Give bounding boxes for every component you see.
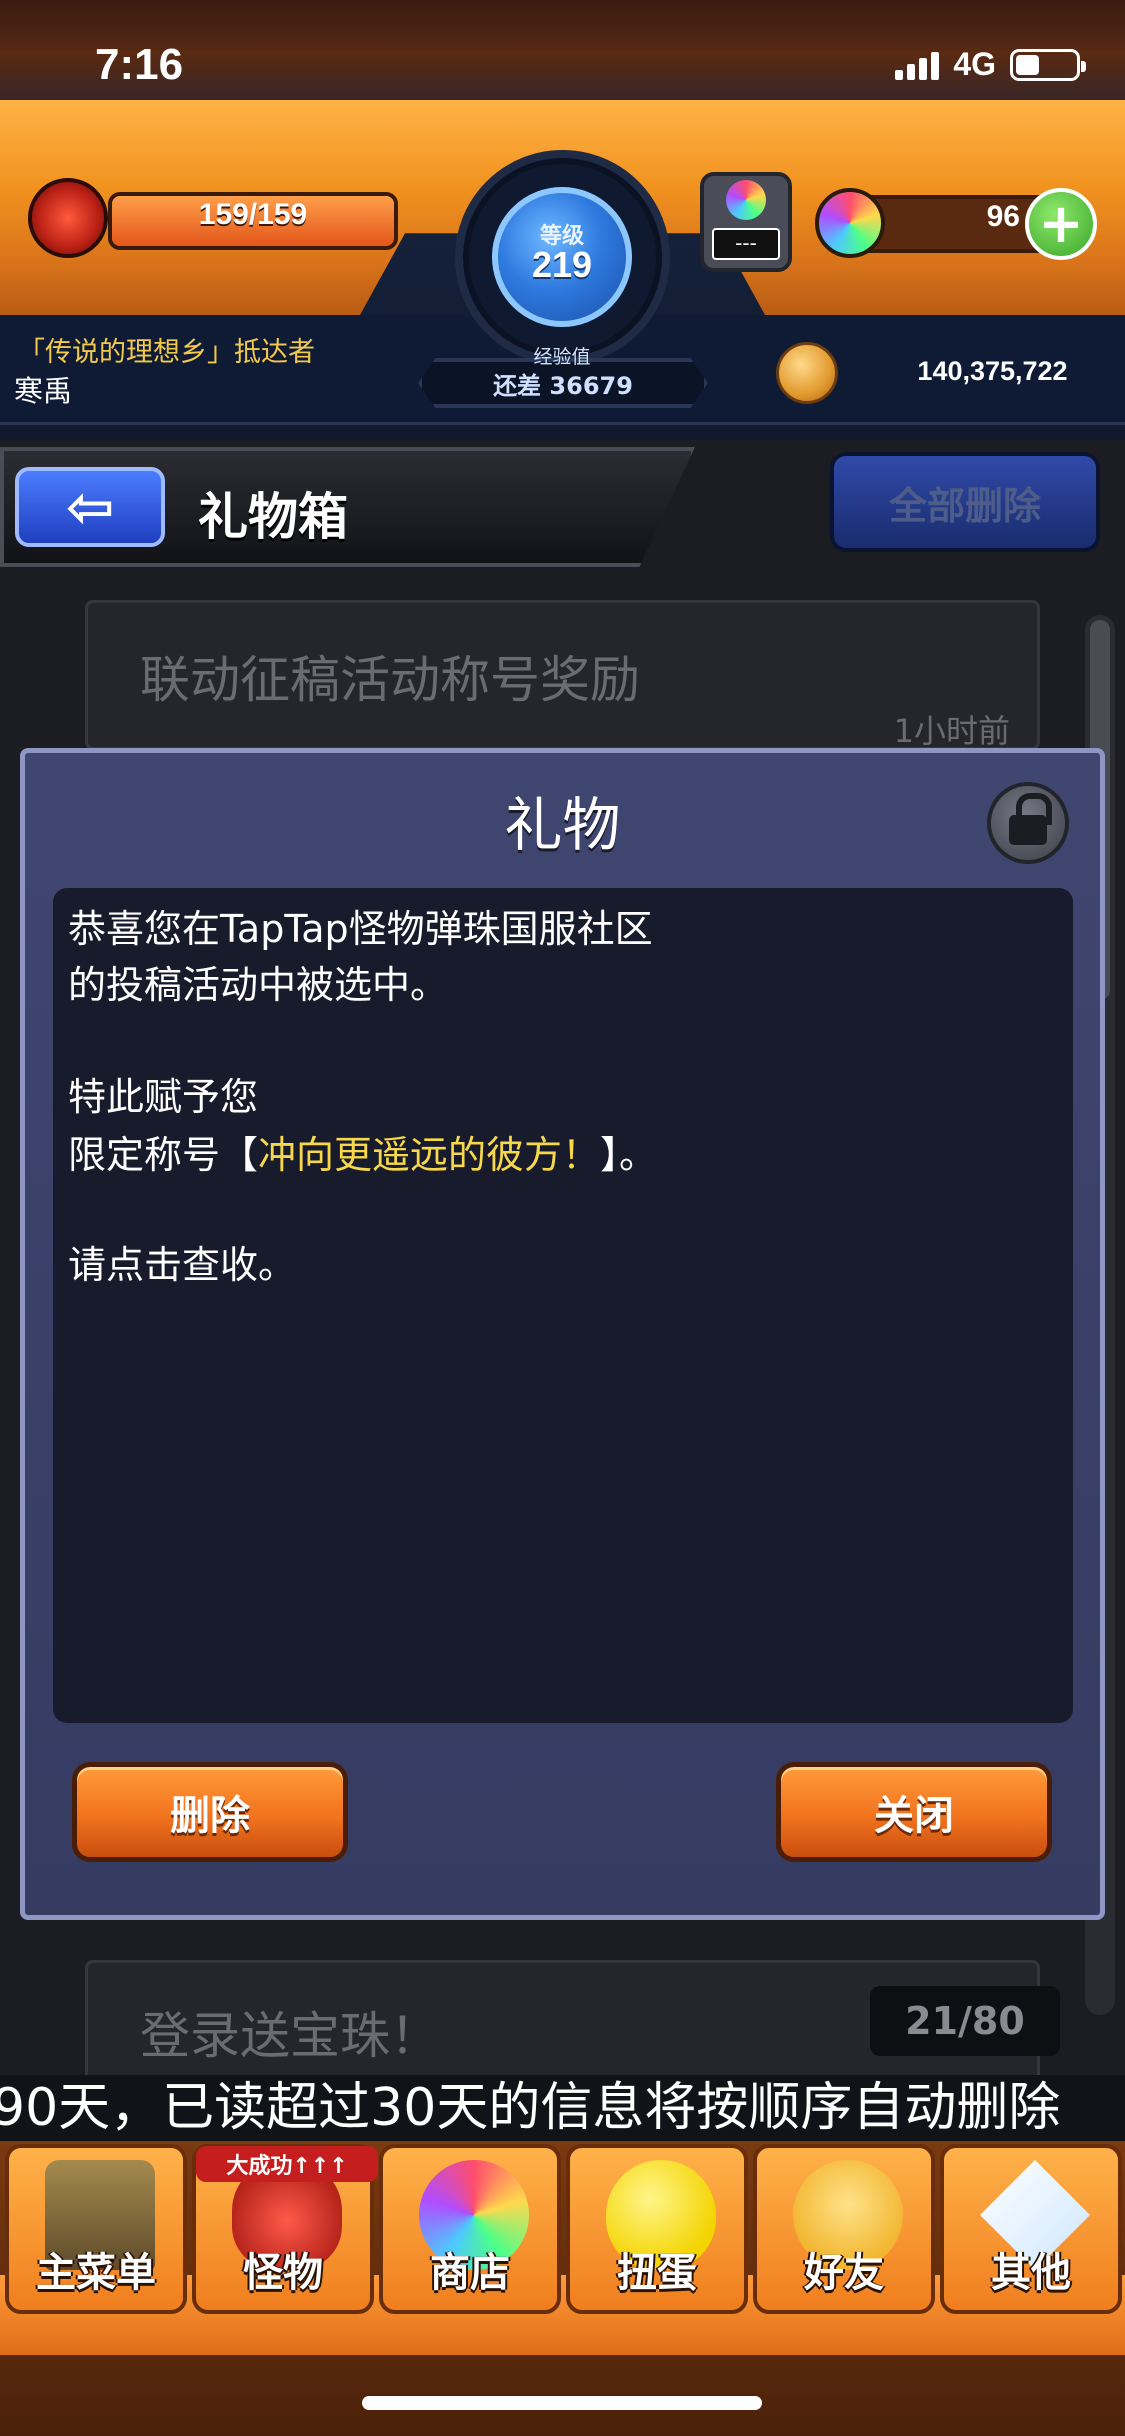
gold-count: 140,375,722: [917, 356, 1068, 386]
gem-count: 96: [986, 200, 1020, 233]
nav-label: 商店: [430, 2250, 510, 2296]
gem-orb-icon: [815, 188, 885, 258]
nav-label: 其他: [991, 2250, 1071, 2296]
nav-label: 怪物: [243, 2250, 323, 2296]
nav-other[interactable]: 其他: [940, 2144, 1122, 2314]
badge-text: ---: [712, 228, 780, 260]
lock-icon: [1009, 793, 1052, 845]
message-line: 限定称号【冲向更遥远的彼方！】。: [68, 1130, 657, 1180]
nav-gacha[interactable]: 扭蛋: [566, 2144, 748, 2314]
message-line: 的投稿活动中被选中。: [68, 963, 449, 1007]
level-value: 219: [531, 244, 593, 285]
badge-orb-icon: [726, 180, 766, 220]
add-gems-button[interactable]: +: [1025, 188, 1097, 260]
player-title: 「传说的理想乡」抵达者: [18, 337, 315, 368]
marquee-text: 90天，已读超过30天的信息将按顺序自动删除: [0, 2078, 1061, 2138]
status-indicators: 4G: [895, 46, 1086, 83]
exp-remaining: 还差 36679: [493, 372, 633, 400]
message-line: 恭喜您在TapTap怪物弹珠国服社区: [68, 907, 653, 951]
delete-all-button[interactable]: 全部删除: [830, 452, 1100, 552]
nav-label: 主菜单: [36, 2250, 156, 2296]
lock-button[interactable]: [987, 782, 1069, 864]
network-type: 4G: [953, 46, 996, 82]
title-suffix: 】。: [600, 1133, 658, 1177]
back-button[interactable]: ⇦: [15, 467, 165, 547]
message-line: 特此赋予您: [68, 1075, 259, 1119]
modal-title: 礼物: [504, 791, 621, 859]
signal-icon: [895, 50, 940, 80]
nav-badge: 大成功↑↑↑: [196, 2146, 378, 2182]
back-arrow-icon: ⇦: [65, 473, 115, 541]
nav-main-menu[interactable]: 主菜单: [5, 2144, 187, 2314]
battery-icon: [1010, 48, 1086, 81]
nav-monster[interactable]: 大成功↑↑↑ 怪物: [192, 2144, 378, 2314]
limited-title-name: 冲向更遥远的彼方！: [258, 1133, 601, 1177]
delete-button[interactable]: 删除: [72, 1762, 348, 1862]
status-time: 7:16: [95, 40, 184, 89]
stamina-value: 159/159: [198, 198, 308, 231]
message-line: 请点击查收。: [68, 1243, 297, 1287]
stamina-emblem-icon: [28, 178, 108, 258]
gift-item-time: 1小时前: [893, 712, 1010, 750]
close-button[interactable]: 关闭: [776, 1762, 1052, 1862]
nav-friends[interactable]: 好友: [753, 2144, 935, 2314]
gift-item-title: 联动征稿活动称号奖励: [140, 651, 640, 709]
home-indicator[interactable]: [362, 2396, 762, 2410]
page-indicator: 21/80: [870, 1986, 1060, 2056]
nav-shop[interactable]: 商店: [379, 2144, 561, 2314]
title-prefix: 限定称号【: [68, 1133, 259, 1177]
page-title: 礼物箱: [198, 488, 348, 546]
player-name: 寒禹: [14, 374, 73, 408]
gift-item-title: 登录送宝珠！: [140, 2007, 440, 2065]
message-body: [53, 888, 1073, 1723]
nav-label: 扭蛋: [617, 2250, 697, 2296]
nav-label: 好友: [804, 2250, 884, 2296]
gold-coin-icon: [776, 342, 838, 404]
exp-label: 经验值: [533, 346, 591, 368]
